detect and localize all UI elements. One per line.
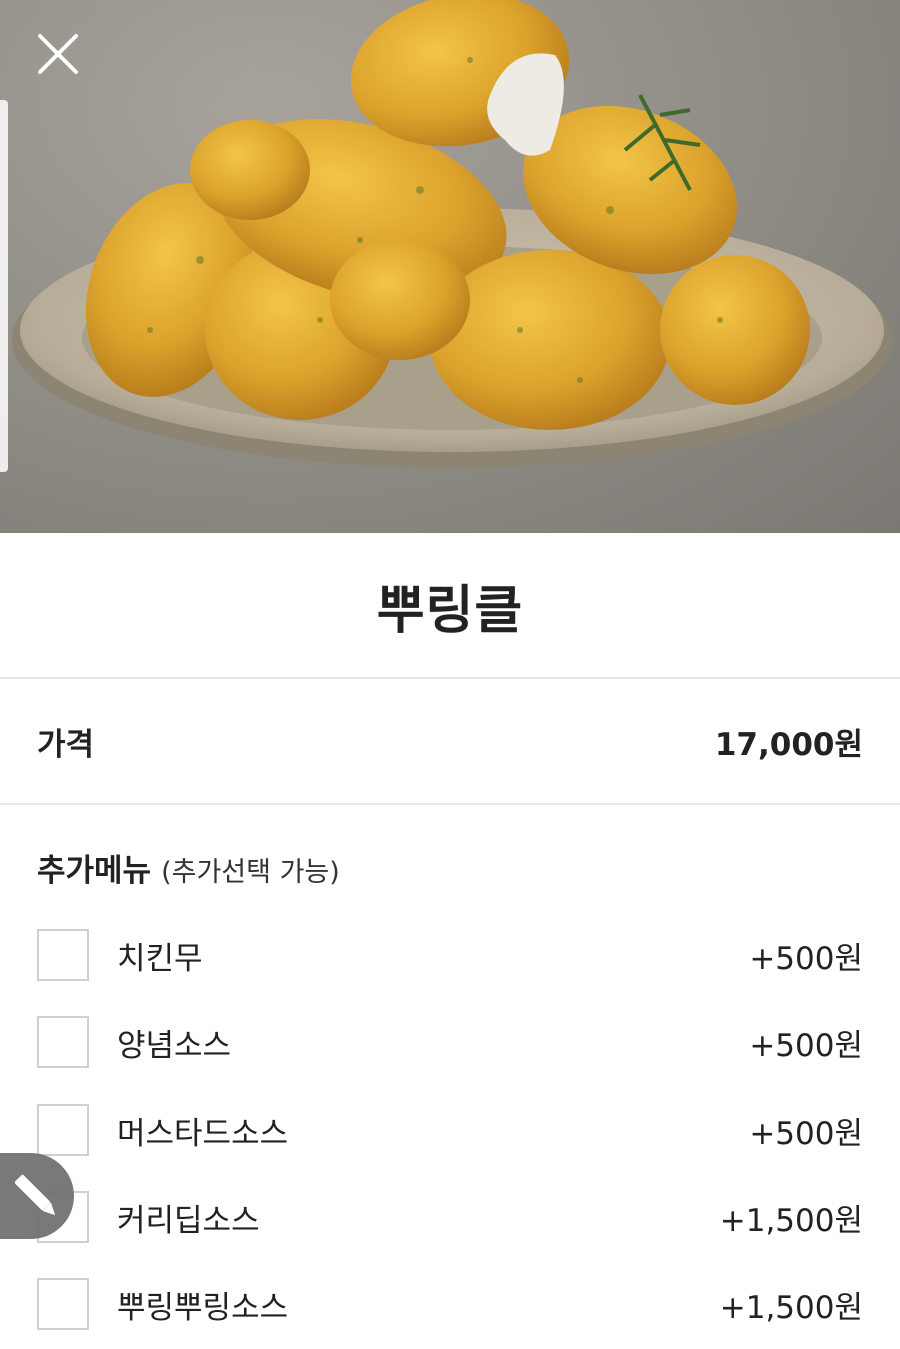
extras-header: 추가메뉴 (추가선택 가능): [37, 845, 340, 889]
option-label: 치킨무: [117, 940, 203, 977]
option-price: +500원: [749, 940, 863, 977]
price-row: 가격 17,000원: [0, 679, 900, 805]
menu-detail-page: 뿌링클 가격 17,000원 추가메뉴 (추가선택 가능) 치킨무 +500원 …: [0, 0, 900, 1349]
option-bburing-sauce[interactable]: 뿌링뿌링소스 +1,500원: [0, 1273, 900, 1335]
option-price: +1,500원: [719, 1289, 863, 1326]
close-button[interactable]: [30, 26, 86, 82]
option-chicken-radish[interactable]: 치킨무 +500원: [0, 924, 900, 986]
option-label: 커리딥소스: [117, 1202, 260, 1239]
option-price: +500원: [749, 1027, 863, 1064]
option-price: +500원: [749, 1115, 863, 1152]
option-checkbox[interactable]: [37, 1016, 89, 1068]
option-mustard-sauce[interactable]: 머스타드소스 +500원: [0, 1099, 900, 1161]
option-curry-dip-sauce[interactable]: 커리딥소스 +1,500원: [0, 1186, 900, 1248]
floating-edit-button[interactable]: [0, 1153, 74, 1239]
option-checkbox[interactable]: [37, 929, 89, 981]
extras-note: (추가선택 가능): [161, 857, 340, 888]
price-label: 가격: [37, 726, 95, 763]
product-title: 뿌링클: [376, 580, 524, 641]
option-yangnyeom-sauce[interactable]: 양념소스 +500원: [0, 1011, 900, 1073]
option-label: 양념소스: [117, 1027, 232, 1064]
extras-title: 추가메뉴: [37, 853, 152, 889]
option-price: +1,500원: [719, 1202, 863, 1239]
product-image: [0, 0, 900, 533]
chicken-plate-illustration: [12, 0, 892, 468]
title-section: 뿌링클: [0, 533, 900, 679]
pencil-icon: [14, 1174, 56, 1216]
option-checkbox[interactable]: [37, 1278, 89, 1330]
option-label: 뿌링뿌링소스: [117, 1289, 289, 1326]
option-label: 머스타드소스: [117, 1115, 289, 1152]
close-icon: [38, 34, 78, 74]
option-checkbox[interactable]: [37, 1104, 89, 1156]
price-value: 17,000원: [714, 726, 863, 763]
side-scroll-handle[interactable]: [0, 100, 8, 472]
